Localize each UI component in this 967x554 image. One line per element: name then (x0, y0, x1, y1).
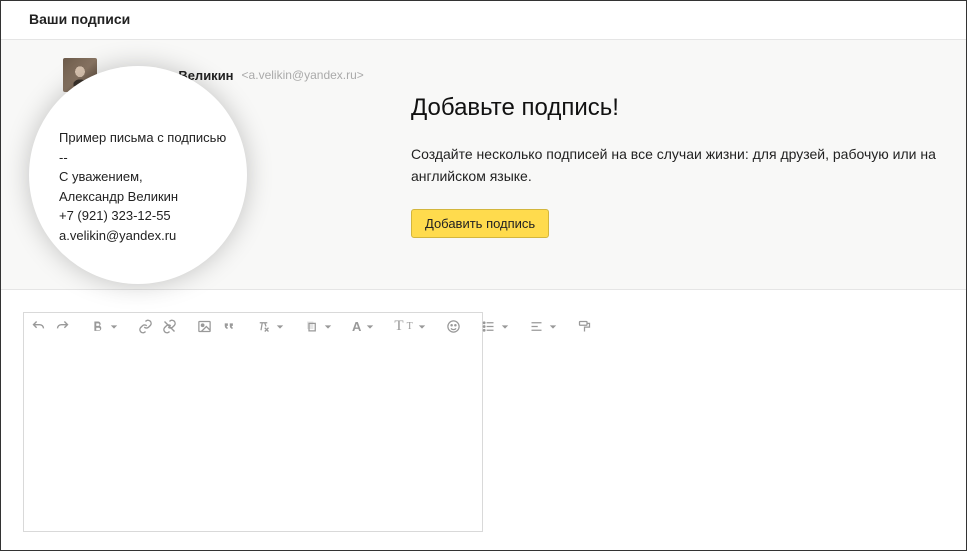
onboarding-panel: Александр Великин <a.velikin@yandex.ru> … (1, 40, 966, 290)
chevron-down-icon[interactable] (110, 323, 118, 331)
signature-editor: A TT (23, 312, 483, 532)
preview-subject: Пример письма с подписью (59, 128, 247, 148)
undo-icon[interactable] (31, 319, 46, 334)
chevron-down-icon[interactable] (418, 323, 426, 331)
unlink-icon[interactable] (162, 319, 177, 334)
font-size-icon[interactable]: TT (394, 318, 412, 335)
preview-line: +7 (921) 323-12-55 (59, 206, 247, 226)
text-color-label: A (352, 319, 361, 334)
emoji-icon[interactable] (446, 319, 461, 334)
promo-text: Создайте несколько подписей на все случа… (411, 144, 942, 187)
preview-sep: -- (59, 148, 247, 168)
list-icon[interactable] (481, 319, 496, 334)
chevron-down-icon[interactable] (501, 323, 509, 331)
paint-format-icon[interactable] (577, 319, 592, 334)
background-color-icon[interactable] (304, 319, 319, 334)
editor-textarea[interactable] (24, 341, 482, 531)
preview-circle: Пример письма с подписью -- С уважением,… (29, 66, 247, 284)
promo-block: Добавьте подпись! Создайте несколько под… (371, 40, 966, 289)
section-header: Ваши подписи (1, 1, 966, 40)
preview-line: С уважением, (59, 167, 247, 187)
link-icon[interactable] (138, 319, 153, 334)
clear-format-icon[interactable] (256, 319, 271, 334)
section-title: Ваши подписи (29, 11, 130, 27)
redo-icon[interactable] (55, 319, 70, 334)
font-size-small: T (407, 321, 413, 332)
bold-icon[interactable] (90, 319, 105, 334)
font-size-big: T (394, 318, 403, 335)
editor-section: A TT (1, 290, 966, 554)
promo-heading: Добавьте подпись! (411, 94, 942, 122)
chevron-down-icon[interactable] (549, 323, 557, 331)
editor-toolbar: A TT (24, 313, 482, 341)
preview-line: a.velikin@yandex.ru (59, 226, 247, 246)
chevron-down-icon[interactable] (276, 323, 284, 331)
image-icon[interactable] (197, 319, 212, 334)
sender-email: <a.velikin@yandex.ru> (242, 68, 364, 82)
align-icon[interactable] (529, 319, 544, 334)
quote-icon[interactable] (221, 319, 236, 334)
chevron-down-icon[interactable] (324, 323, 332, 331)
signature-preview: Александр Великин <a.velikin@yandex.ru> … (1, 40, 371, 289)
chevron-down-icon[interactable] (366, 323, 374, 331)
add-signature-button[interactable]: Добавить подпись (411, 209, 549, 238)
preview-line: Александр Великин (59, 187, 247, 207)
text-color-icon[interactable]: A (352, 319, 361, 334)
